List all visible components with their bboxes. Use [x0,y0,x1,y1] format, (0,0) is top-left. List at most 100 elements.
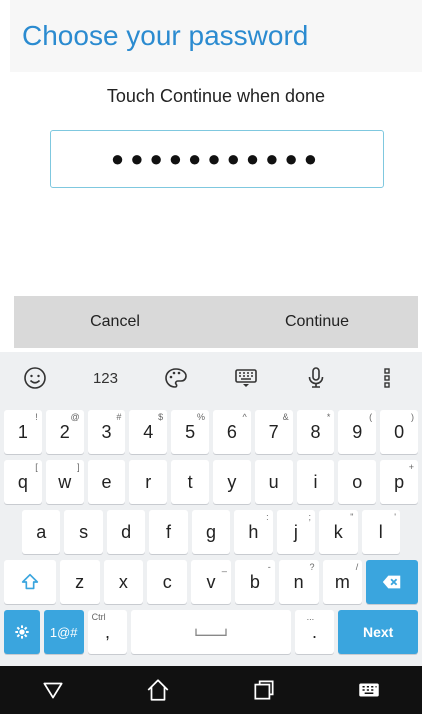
key-label: i [313,471,318,492]
backspace-key[interactable] [366,560,419,604]
key-alt-label: ^ [242,412,247,422]
key-alt-label: ) [410,412,414,422]
number-row: ! 1 @2 #3 $4% 5 ^ 6 & 7 * 8(9) 0 [0,410,422,454]
key-h[interactable]: :h [234,510,273,554]
key-label: a [36,521,47,542]
key-s[interactable]: s [64,510,103,554]
keyboard-switch-button[interactable] [339,670,399,710]
period-key[interactable]: ... . [294,610,335,654]
key-alt-label: % [196,412,205,422]
key-alt-label: : [266,512,269,522]
key-label: j [293,521,298,542]
key-alt-label: # [116,412,122,422]
symbols-key[interactable]: 1@# [43,610,84,654]
key-i[interactable]: i [296,460,335,504]
emoji-icon[interactable] [0,366,70,390]
key-alt-label: @ [70,412,80,422]
key-label: k [333,521,343,542]
key-5[interactable]: % 5 [171,410,209,454]
key-alt-label: [ [35,462,38,472]
key-u[interactable]: u [254,460,293,504]
key-0[interactable]: ) 0 [380,410,418,454]
function-row: 1@# Ctrl , ... . Next [0,610,422,654]
key-7[interactable]: & 7 [254,410,293,454]
key-t[interactable]: t [171,460,209,504]
key-o[interactable]: o [338,460,377,504]
key-q[interactable]: [q [4,460,42,504]
key-label: f [166,521,172,542]
key-a[interactable]: a [22,510,61,554]
key-8[interactable]: * 8 [296,410,335,454]
keyboard-icon[interactable] [211,366,281,390]
key-label: h [248,521,259,542]
key-alt-label: $ [158,412,164,422]
key-z[interactable]: z [59,560,100,604]
more-icon[interactable] [352,366,422,390]
key-alt-label: + [408,462,414,472]
keyboard-toolbar: 123 [0,352,422,404]
key-3[interactable]: #3 [87,410,126,454]
dialog-title: Choose your password [22,20,309,51]
key-label: n [293,571,304,592]
home-row: a s d f g: h; j " k ' l [0,510,422,554]
key-6[interactable]: ^ 6 [212,410,251,454]
key-label: u [268,471,279,492]
key-label: 3 [101,421,112,442]
recents-button[interactable] [234,670,294,710]
backspace-icon [383,575,401,589]
key-4[interactable]: $4 [129,410,168,454]
key-r[interactable]: r [129,460,168,504]
key-label: v [206,571,216,592]
theme-icon[interactable] [141,366,211,390]
key-1[interactable]: ! 1 [4,410,42,454]
keyboard-switch-icon [359,683,379,697]
key-label: g [205,521,216,542]
qwerty-row: [q] w e r t y u i o + p [0,460,422,504]
key-label: z [75,571,85,592]
recents-icon [254,680,274,700]
key-alt-label: _ [221,562,227,572]
key-g[interactable]: g [191,510,231,554]
back-button[interactable] [23,670,83,710]
key-l[interactable]: ' l [361,510,400,554]
key-label: r [145,471,152,492]
cancel-button[interactable]: Cancel [14,296,216,348]
key-e[interactable]: e [87,460,126,504]
back-icon [43,682,63,699]
key-b[interactable]: -b [234,560,275,604]
key-n[interactable]: ? n [278,560,319,604]
key-alt-label: ; [308,512,312,522]
shift-key[interactable] [4,560,56,604]
password-dialog: Choose your password Touch Continue when… [10,0,422,350]
key-x[interactable]: x [103,560,144,604]
key-9[interactable]: (9 [338,410,377,454]
settings-key[interactable] [4,610,40,654]
key-label: 7 [268,421,279,442]
key-w[interactable]: ] w [45,460,84,504]
continue-button[interactable]: Continue [216,296,418,348]
key-f[interactable]: f [149,510,188,554]
key-p[interactable]: + p [380,460,418,504]
password-input[interactable]: ●●●●●●●●●●● [50,130,384,188]
key-alt-label: ] [77,462,80,472]
key-y[interactable]: y [212,460,251,504]
microphone-icon[interactable] [281,366,351,390]
bottom-letter-row: z x c _ v - b? n / m [0,560,422,604]
comma-key[interactable]: Ctrl , [87,610,128,654]
key-m[interactable]: / m [322,560,363,604]
key-v[interactable]: _ v [191,560,231,604]
space-key[interactable] [131,610,291,654]
password-mask: ●●●●●●●●●●● [110,146,324,171]
next-key[interactable]: Next [338,610,418,654]
dialog-button-row: Cancel Continue [14,296,418,348]
numbers-toggle[interactable]: 123 [70,370,140,387]
key-d[interactable]: d [106,510,146,554]
key-alt-label: ' [394,512,396,522]
comma-alt-label: Ctrl [91,612,106,622]
key-c[interactable]: c [147,560,188,604]
key-k[interactable]: " k [319,510,358,554]
home-button[interactable] [128,670,188,710]
key-2[interactable]: @2 [45,410,84,454]
key-j[interactable]: ; j [276,510,316,554]
period-alt-label: ... [306,612,315,622]
